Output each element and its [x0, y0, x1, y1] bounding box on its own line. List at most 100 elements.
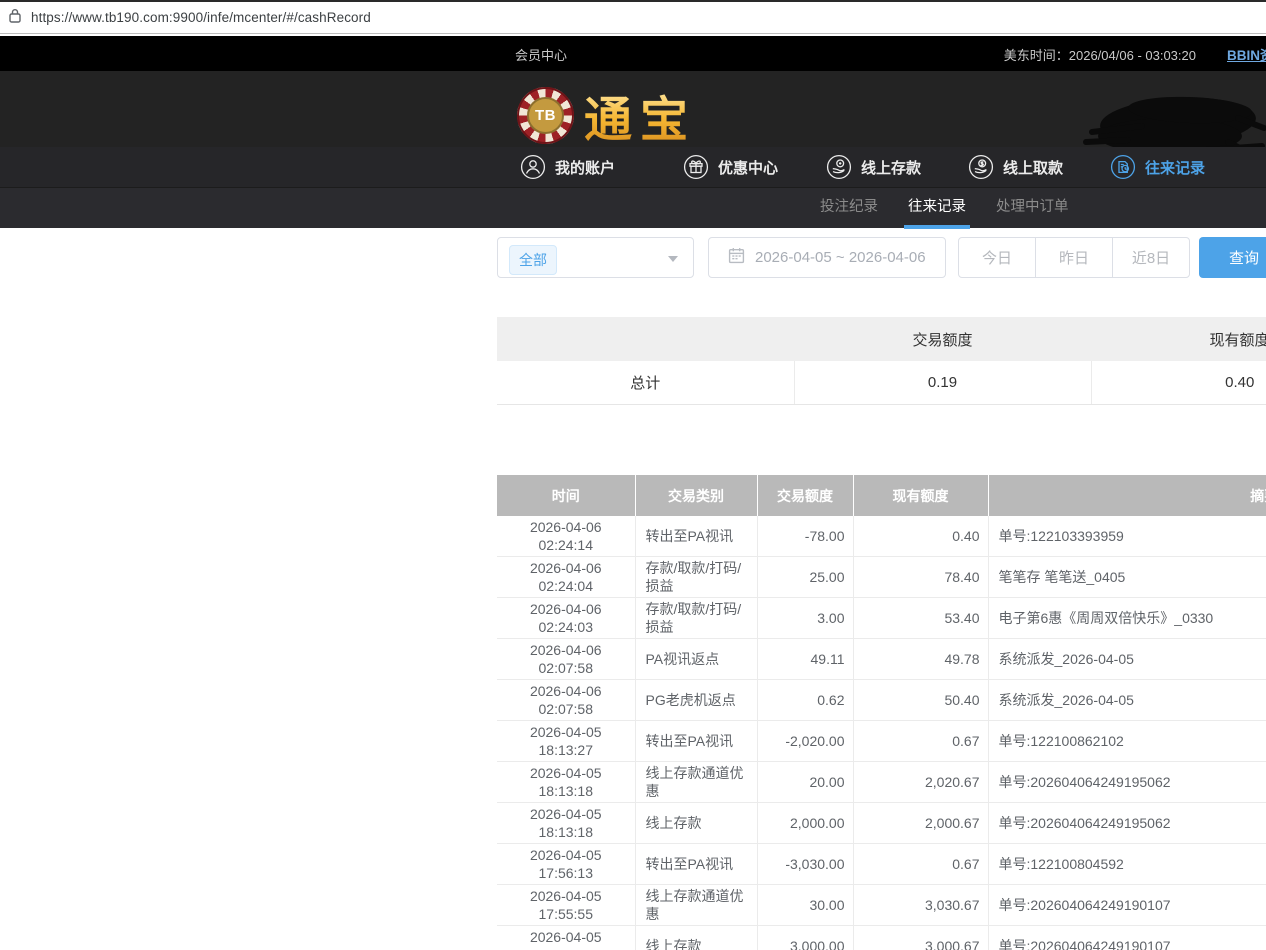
user-icon — [520, 154, 546, 180]
date-range-value: 2026-04-05 ~ 2026-04-06 — [755, 249, 926, 266]
table-cell: 50.40 — [853, 680, 988, 721]
table-cell: 2026-04-06 02:07:58 — [497, 680, 635, 721]
nav-deposit[interactable]: 线上存款 — [826, 147, 921, 187]
cash-table-body: 2026-04-06 02:24:14转出至PA视讯-78.000.40单号:1… — [497, 516, 1266, 950]
table-cell: 0.62 — [757, 680, 853, 721]
table-cell: 线上存款 — [635, 803, 757, 844]
table-cell: 2,000.00 — [757, 803, 853, 844]
table-cell: 2,020.67 — [853, 762, 988, 803]
table-cell: 3,030.67 — [853, 885, 988, 926]
table-cell: 系统派发_2026-04-05 — [988, 680, 1266, 721]
summary-header-row: 交易额度 现有额度 — [497, 317, 1266, 361]
table-cell: 78.40 — [853, 557, 988, 598]
bbin-link[interactable]: BBIN资 — [1227, 44, 1266, 64]
table-cell: 30.00 — [757, 885, 853, 926]
table-cell: 单号:202604064249195062 — [988, 762, 1266, 803]
tab-cash-records[interactable]: 往来记录 — [908, 188, 966, 229]
summary-balance-total: 0.40 — [1091, 361, 1266, 404]
table-row: 2026-04-05 18:13:18线上存款通道优惠20.002,020.67… — [497, 762, 1266, 803]
today-button[interactable]: 今日 — [958, 237, 1036, 278]
quick-date-buttons: 今日 昨日 近8日 — [958, 237, 1190, 278]
table-cell: 49.11 — [757, 639, 853, 680]
brand-logo[interactable]: TB 通宝 — [517, 80, 696, 150]
table-cell: 2026-04-06 02:24:14 — [497, 516, 635, 557]
table-cell: -2,020.00 — [757, 721, 853, 762]
summary-table: 交易额度 现有额度 总计 0.19 0.40 — [497, 317, 1266, 405]
record-subtabs: 投注纪录 往来记录 处理中订单 — [0, 187, 1266, 228]
brand-name: 通宝 — [584, 80, 696, 150]
cash-record-table: 时间 交易类别 交易额度 现有额度 摘要 2026-04-06 02:24:14… — [497, 475, 1266, 950]
table-row: 2026-04-05 17:56:13转出至PA视讯-3,030.000.67单… — [497, 844, 1266, 885]
col-balance: 现有额度 — [853, 475, 988, 516]
table-cell: 2026-04-06 02:24:03 — [497, 598, 635, 639]
table-cell: 0.40 — [853, 516, 988, 557]
table-cell: 转出至PA视讯 — [635, 844, 757, 885]
table-row: 2026-04-05 18:13:18线上存款2,000.002,000.67单… — [497, 803, 1266, 844]
browser-address-bar[interactable]: https://www.tb190.com:9900/infe/mcenter/… — [0, 0, 1266, 34]
table-cell: 2,000.67 — [853, 803, 988, 844]
table-row: 2026-04-05 17:55:55线上存款通道优惠30.003,030.67… — [497, 885, 1266, 926]
table-cell: 3,000.00 — [757, 926, 853, 950]
nav-my-account[interactable]: 我的账户 — [520, 147, 615, 187]
table-cell: 转出至PA视讯 — [635, 721, 757, 762]
table-cell: PA视讯返点 — [635, 639, 757, 680]
calendar-icon — [728, 247, 745, 269]
table-cell: PG老虎机返点 — [635, 680, 757, 721]
page: https://www.tb190.com:9900/infe/mcenter/… — [0, 0, 1266, 950]
col-type: 交易类别 — [635, 475, 757, 516]
table-cell: 线上存款通道优惠 — [635, 885, 757, 926]
table-cell: 2026-04-05 17:55:55 — [497, 885, 635, 926]
member-topbar: 会员中心 美东时间：2026/04/06 - 03:03:20 BBIN资 — [0, 36, 1266, 71]
table-cell: 系统派发_2026-04-05 — [988, 639, 1266, 680]
table-row: 2026-04-06 02:07:58PG老虎机返点0.6250.40系统派发_… — [497, 680, 1266, 721]
table-cell: 2026-04-05 18:13:27 — [497, 721, 635, 762]
table-cell: 3,000.67 — [853, 926, 988, 950]
table-cell: 单号:122103393959 — [988, 516, 1266, 557]
table-row: 2026-04-05 17:55:55线上存款3,000.003,000.67单… — [497, 926, 1266, 950]
nav-promotions[interactable]: 优惠中心 — [683, 147, 778, 187]
site-header: TB 通宝 — [0, 71, 1266, 147]
nav-withdraw[interactable]: 线上取款 — [968, 147, 1063, 187]
table-cell: 单号:122100804592 — [988, 844, 1266, 885]
table-row: 2026-04-06 02:24:14转出至PA视讯-78.000.40单号:1… — [497, 516, 1266, 557]
table-cell: 线上存款 — [635, 926, 757, 950]
table-cell: 单号:202604064249195062 — [988, 803, 1266, 844]
tab-pending-orders[interactable]: 处理中订单 — [996, 188, 1069, 229]
table-cell: 20.00 — [757, 762, 853, 803]
main-nav: 我的账户 优惠中心 — [0, 147, 1266, 187]
records-icon — [1110, 154, 1136, 180]
col-amount: 交易额度 — [757, 475, 853, 516]
nav-cash-records[interactable]: 往来记录 — [1110, 147, 1205, 187]
category-selected-chip: 全部 — [509, 245, 557, 275]
table-cell: 0.67 — [853, 721, 988, 762]
table-cell: 单号:122100862102 — [988, 721, 1266, 762]
table-cell: 存款/取款/打码/损益 — [635, 598, 757, 639]
table-cell: 2026-04-05 17:56:13 — [497, 844, 635, 885]
yesterday-button[interactable]: 昨日 — [1035, 237, 1113, 278]
table-cell: 单号:202604064249190107 — [988, 926, 1266, 950]
tab-bet-records[interactable]: 投注纪录 — [820, 188, 878, 229]
url-text: https://www.tb190.com:9900/infe/mcenter/… — [31, 10, 371, 25]
col-summary: 摘要 — [988, 475, 1266, 516]
table-cell: 线上存款通道优惠 — [635, 762, 757, 803]
withdraw-icon — [968, 154, 994, 180]
summary-total-row: 总计 0.19 0.40 — [497, 361, 1266, 404]
chevron-down-icon — [668, 256, 678, 262]
date-range-input[interactable]: 2026-04-05 ~ 2026-04-06 — [708, 237, 946, 278]
search-button[interactable]: 查询 — [1199, 237, 1266, 278]
table-cell: 2026-04-05 18:13:18 — [497, 762, 635, 803]
chip-logo-icon: TB — [517, 87, 574, 144]
table-row: 2026-04-06 02:07:58PA视讯返点49.1149.78系统派发_… — [497, 639, 1266, 680]
summary-header-balance: 现有额度 — [1091, 317, 1266, 361]
category-select[interactable]: 全部 — [497, 237, 694, 278]
summary-header-empty — [497, 317, 794, 361]
member-center-link[interactable]: 会员中心 — [515, 45, 567, 64]
table-row: 2026-04-06 02:24:03存款/取款/打码/损益3.0053.40电… — [497, 598, 1266, 639]
table-cell: 2026-04-05 18:13:18 — [497, 803, 635, 844]
table-row: 2026-04-05 18:13:27转出至PA视讯-2,020.000.67单… — [497, 721, 1266, 762]
table-cell: 2026-04-06 02:24:04 — [497, 557, 635, 598]
summary-total-label: 总计 — [497, 361, 794, 404]
gift-icon — [683, 154, 709, 180]
last-8-days-button[interactable]: 近8日 — [1112, 237, 1190, 278]
cash-table-header-row: 时间 交易类别 交易额度 现有额度 摘要 — [497, 475, 1266, 516]
